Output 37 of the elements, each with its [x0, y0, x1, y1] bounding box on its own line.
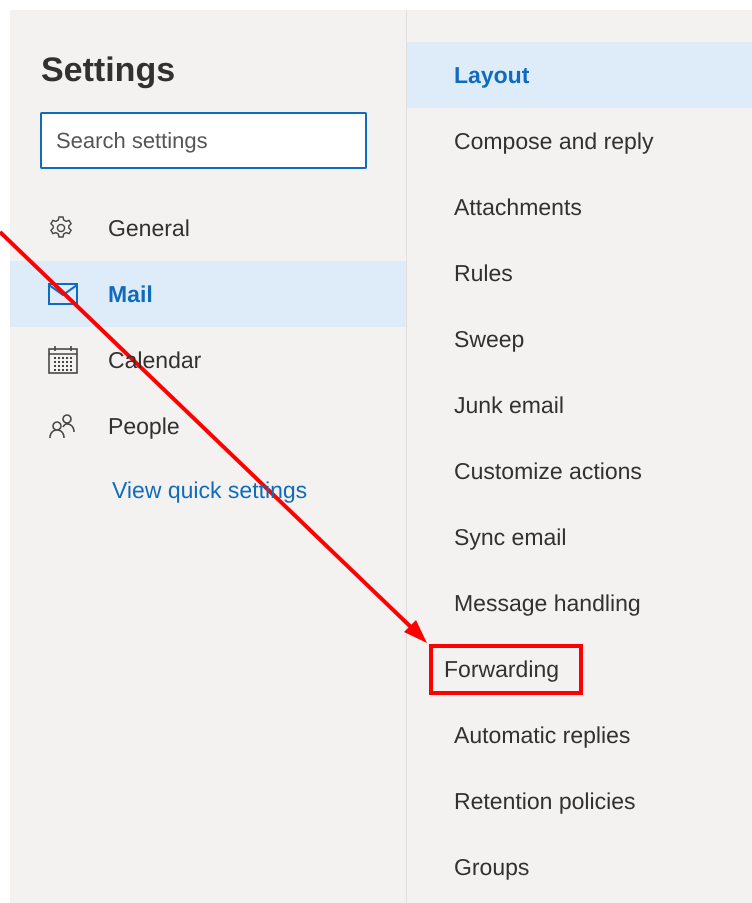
category-item[interactable]: General	[10, 195, 406, 261]
section-label: Groups	[453, 852, 530, 882]
section-label: Message handling	[453, 588, 642, 618]
search-field[interactable]: Search settings	[40, 112, 367, 169]
mail-section-item[interactable]: Groups	[407, 834, 752, 900]
section-label: Rules	[453, 258, 514, 288]
mail-section-item[interactable]: Message handling	[407, 570, 752, 636]
mail-section-item[interactable]: Sync email	[407, 504, 752, 570]
mail-section-item[interactable]: Automatic replies	[407, 702, 752, 768]
section-label: Sync email	[453, 522, 568, 552]
section-label: Retention policies	[453, 786, 637, 816]
mail-section-item[interactable]: Layout	[407, 42, 752, 108]
mail-icon	[48, 283, 78, 305]
section-label: Compose and reply	[453, 126, 654, 156]
mail-section-item[interactable]: Compose and reply	[407, 108, 752, 174]
mail-section-item[interactable]: Forwarding	[407, 636, 752, 702]
people-icon	[48, 413, 76, 439]
section-label: Automatic replies	[453, 720, 632, 750]
calendar-icon	[48, 346, 78, 374]
category-item[interactable]: People	[10, 393, 406, 459]
category-label: People	[108, 412, 180, 440]
category-item[interactable]: Mail	[10, 261, 406, 327]
section-label: Sweep	[453, 324, 526, 354]
mail-section-item[interactable]: Customize actions	[407, 438, 752, 504]
category-label: Mail	[108, 280, 153, 308]
section-label: Layout	[453, 60, 530, 90]
mail-section-item[interactable]: Junk email	[407, 372, 752, 438]
mail-section-item[interactable]: Attachments	[407, 174, 752, 240]
category-label: General	[108, 214, 190, 242]
mail-section-item[interactable]: Retention policies	[407, 768, 752, 834]
section-label: Attachments	[453, 192, 583, 222]
mail-section-item[interactable]: Rules	[407, 240, 752, 306]
highlighted-section-label: Forwarding	[429, 644, 584, 694]
settings-title: Settings	[41, 50, 176, 90]
section-label: Customize actions	[453, 456, 643, 486]
section-label: Junk email	[453, 390, 565, 420]
mail-section-item[interactable]: Sweep	[407, 306, 752, 372]
